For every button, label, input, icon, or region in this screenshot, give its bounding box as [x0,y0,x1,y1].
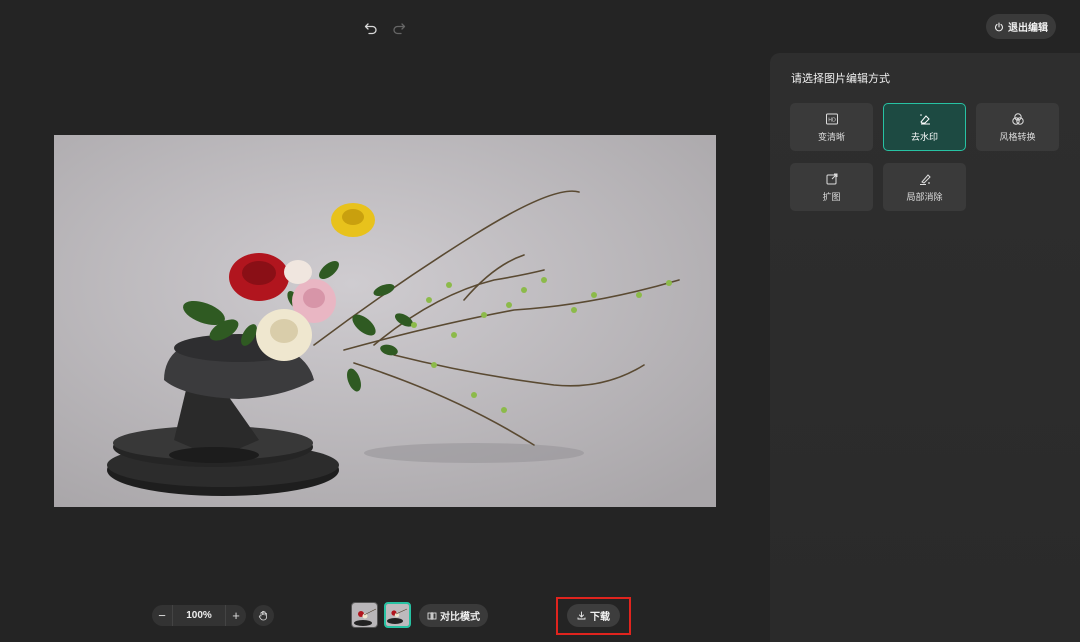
zoom-control: − 100% + [152,605,246,626]
thumbnail-result[interactable] [384,602,411,628]
eraser-icon [919,113,930,124]
compare-mode-button[interactable]: 对比模式 [419,604,488,627]
flower-arrangement-image[interactable] [54,135,716,507]
thumbnail-image: · [352,603,377,628]
power-icon [994,21,1004,31]
download-label: 下载 [590,612,610,623]
tool-expand-image[interactable]: 扩图 [790,163,873,211]
undo-button[interactable] [361,18,381,38]
image-illustration [54,135,716,507]
expand-image-icon [826,173,837,184]
edit-mode-panel: 请选择图片编辑方式 HD 变清晰 去水印 风格转换 扩图 局部消除 [770,53,1080,642]
exit-edit-button[interactable]: 退出编辑 [986,14,1056,39]
thumbnail-image [386,604,409,626]
tool-label: 去水印 [910,131,938,142]
hd-icon: HD [825,113,838,124]
tool-partial-erase[interactable]: 局部消除 [883,163,966,211]
thumbnail-original[interactable]: · [351,602,378,628]
svg-text:·: · [354,624,355,628]
redo-button[interactable] [389,18,409,38]
tool-label: 风格转换 [999,131,1036,142]
zoom-in-button[interactable]: + [226,605,246,626]
tool-label: 变清晰 [817,131,845,142]
tool-style-transfer[interactable]: 风格转换 [976,103,1059,151]
compare-icon [427,611,437,620]
tool-label: 局部消除 [906,191,943,202]
tool-enhance[interactable]: HD 变清晰 [790,103,873,151]
style-circles-icon [1011,112,1024,125]
download-button[interactable]: 下载 [567,604,620,627]
zoom-level: 100% [172,605,226,626]
redo-icon [393,23,406,35]
zoom-out-button[interactable]: − [152,605,172,626]
hand-icon [258,610,267,621]
pan-hand-button[interactable] [253,605,274,626]
compare-mode-label: 对比模式 [440,612,480,623]
undo-icon [364,23,377,35]
tool-remove-watermark[interactable]: 去水印 [883,103,966,151]
tool-label: 扩图 [822,191,841,202]
exit-edit-label: 退出编辑 [1008,23,1048,34]
svg-text:HD: HD [828,117,836,123]
brush-erase-icon [919,173,931,185]
download-icon [577,611,586,620]
panel-title: 请选择图片编辑方式 [791,73,890,85]
